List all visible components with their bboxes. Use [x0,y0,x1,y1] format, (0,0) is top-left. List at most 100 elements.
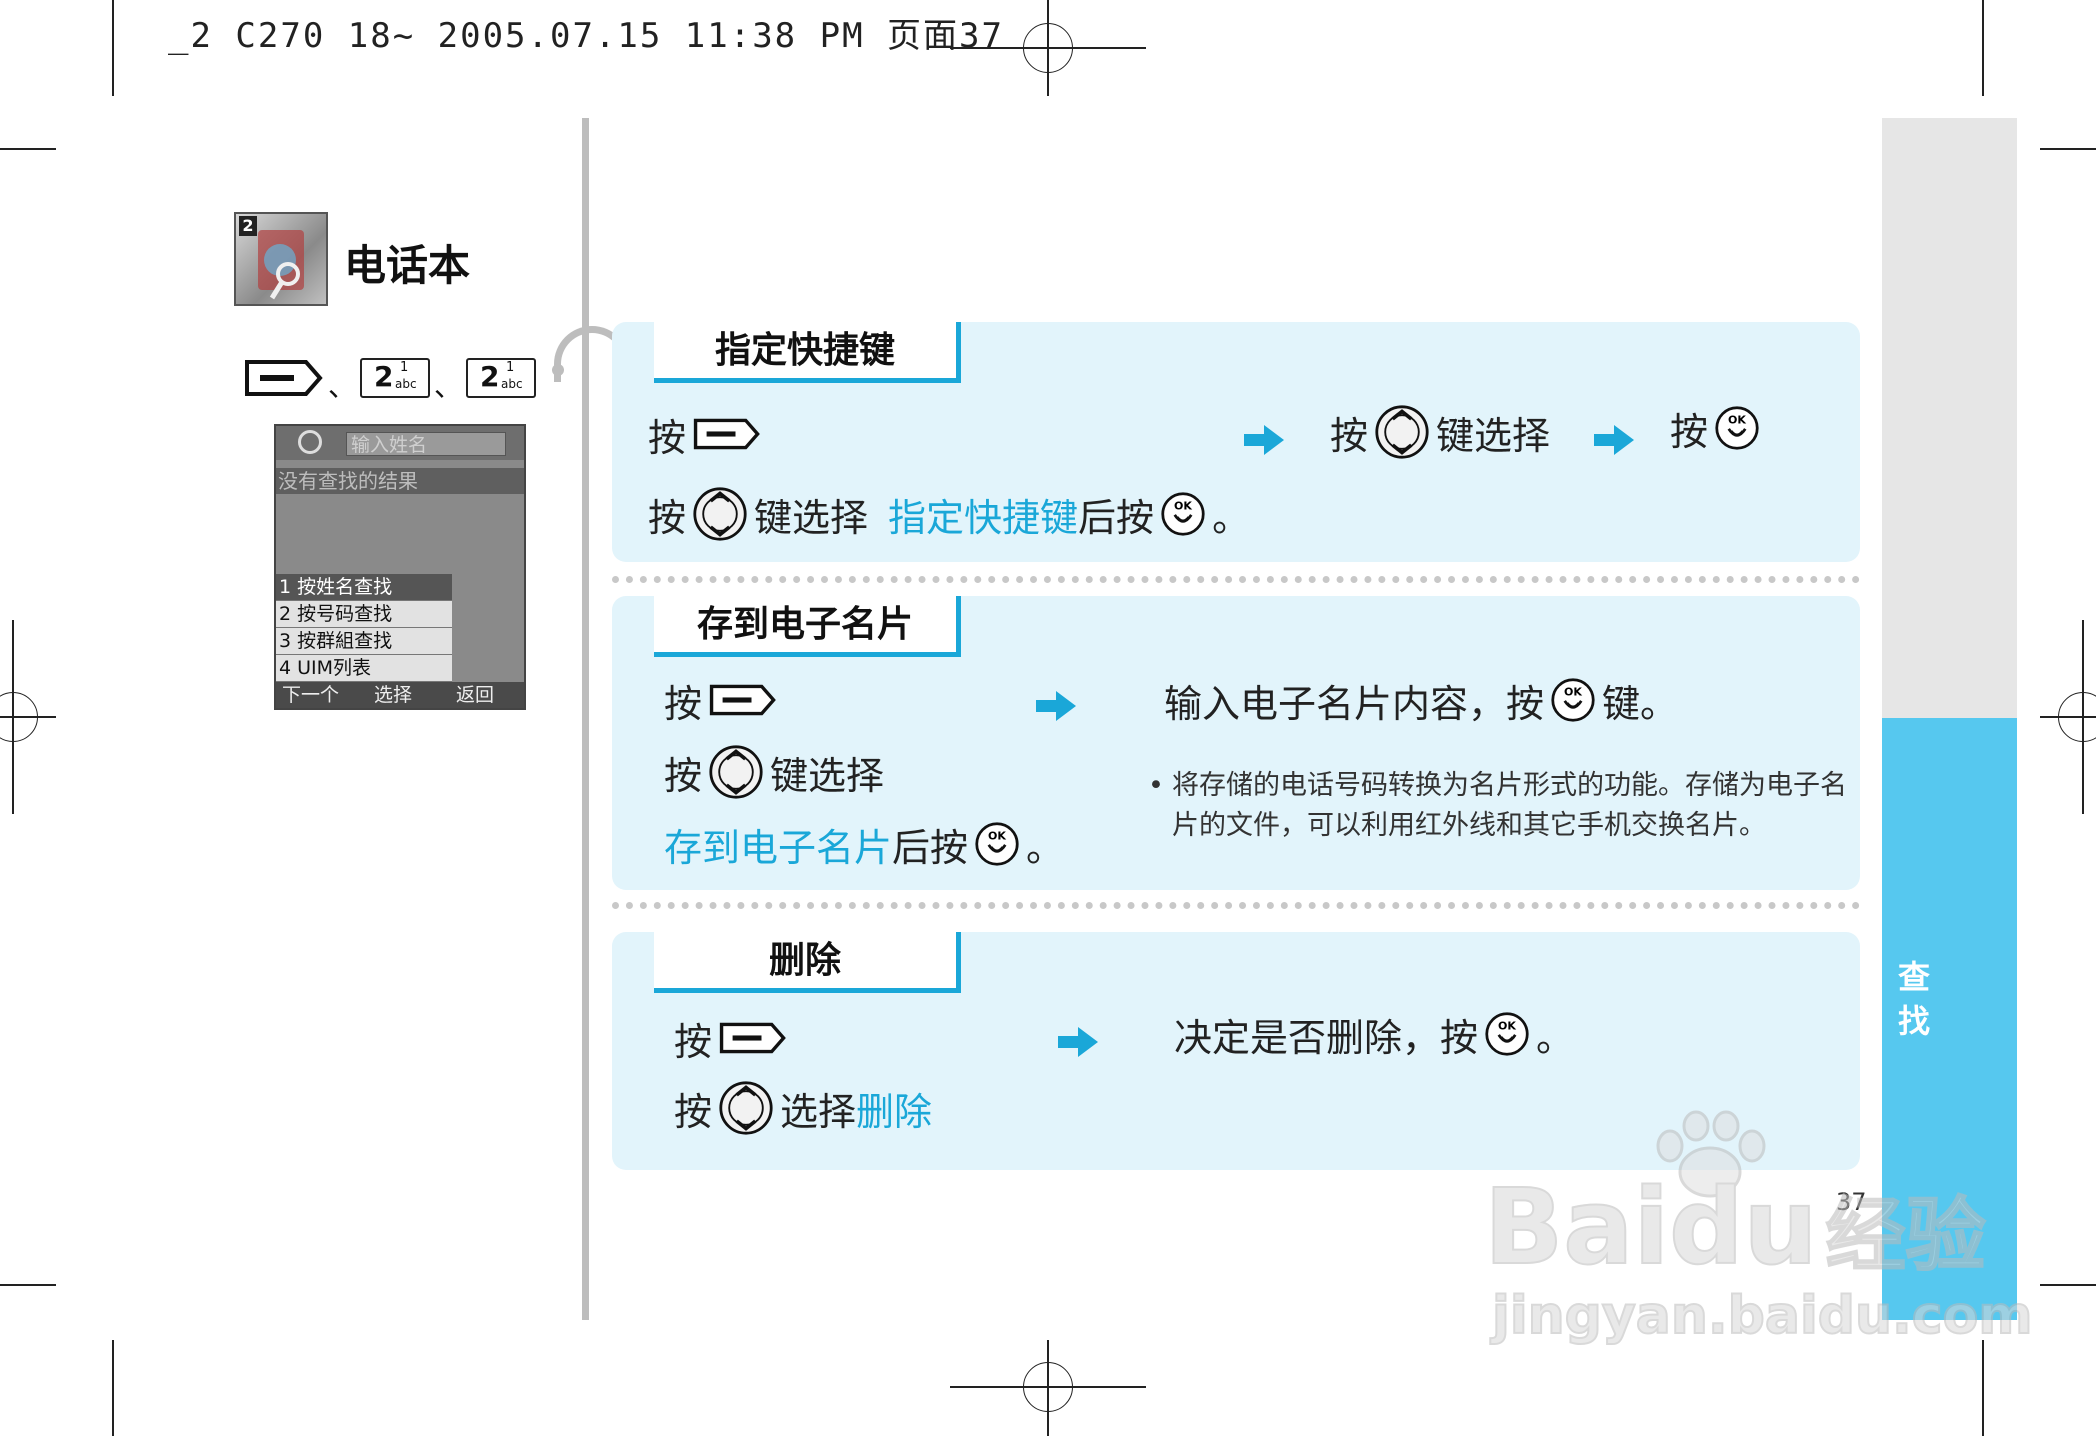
step-text: 。 [1536,1015,1575,1060]
chapter-title: 电话本 [344,241,471,290]
menu-highlight: 存到电子名片 [664,825,893,870]
ok-key-icon [1161,492,1205,536]
left-softkey-icon [693,418,760,450]
key-2-icon: 2 1 abc [360,358,431,398]
column-divider [582,118,589,1320]
dotted-divider [612,576,1860,583]
step-row [1034,680,1078,732]
step-row: 输入电子名片内容，按 键。 [1164,674,1678,726]
right-arrow-icon [1058,1027,1098,1057]
right-arrow-icon [1036,691,1076,721]
phone-menu: 1 按姓名查找 2 按号码查找 3 按群組查找 4 UIM列表 [276,574,452,682]
phone-softkey-bar: 下一个 选择 返回 [276,682,524,708]
step-text: 按 [1670,409,1709,454]
sidebar-gray [1882,118,2017,718]
registration-mark [0,692,38,742]
step-text: 。 [1212,495,1251,540]
separator: 、 [328,370,357,403]
print-header: _2 C270 18~ 2005.07.15 11:38 PM 页面37 [168,16,1004,56]
step-text: 输入电子名片内容，按 [1164,681,1545,726]
ok-key-icon [975,822,1019,866]
step-row: 按 [664,674,784,726]
step-text: 键。 [1602,681,1679,726]
left-softkey-icon [245,360,323,396]
crop-mark [0,1284,56,1286]
watermark-url: jingyan.baidu.com [1491,1285,2034,1347]
step-row: 按 选择 删除 [674,1080,933,1136]
right-arrow-icon [1594,425,1634,455]
phone-menu-item: 3 按群組查找 [276,628,452,655]
step-row: 按 键选择 [664,744,885,800]
phone-no-result: 没有查找的结果 [276,468,524,494]
crop-mark [0,148,56,150]
section-title: 删除 [654,932,961,993]
registration-mark [2058,692,2096,742]
left-softkey-icon [709,684,776,716]
step-row: 决定是否删除，按 。 [1174,1008,1574,1060]
phone-menu-item: 1 按姓名查找 [276,574,452,601]
section-assign-shortcut: 指定快捷键 按 按 键选择 按 按 键选择 指定快捷键 后按 。 [612,322,1860,562]
registration-mark [1023,1362,1073,1412]
right-arrow-icon [1244,425,1284,455]
registration-mark [1023,23,1073,73]
step-text: 按 [1330,413,1369,458]
nav-updown-icon [1374,404,1430,460]
menu-highlight: 删除 [856,1089,933,1134]
step-text: 按 [674,1089,713,1134]
menu-highlight: 指定快捷键 [888,495,1079,540]
step-text: 后按 [1078,495,1155,540]
nav-updown-icon [708,744,764,800]
ok-key-icon [1715,406,1759,450]
step-text: 按 [664,681,703,726]
section-title: 指定快捷键 [654,322,961,383]
watermark-brand2: du [1668,1166,1818,1288]
step-text: 按 [664,753,703,798]
phone-soft-center: 选择 [374,684,413,706]
phone-soft-right: 返回 [456,684,495,706]
note-line: 将存储的电话号码转换为名片形式的功能。存储为电子名 [1172,770,1847,801]
crop-mark [1982,0,1984,96]
crop-mark [112,0,114,96]
step-row [1056,1016,1100,1068]
step-text: 键选择 [770,753,885,798]
step-text: 。 [1026,825,1065,870]
step-row: 按 键选择 [1330,404,1551,460]
phone-soft-left: 下一个 [282,684,340,706]
step-text: 后按 [892,825,969,870]
step-text: 选择 [780,1089,857,1134]
side-tab-search: 查 找 [1897,958,1930,1040]
hook-dot [552,364,564,376]
watermark-suffix: 经验 [1825,1188,1987,1283]
watermark-brand: Bai [1483,1166,1670,1288]
key-sequence: 、 2 1 abc 、 2 1 abc [244,356,537,403]
section-title: 存到电子名片 [654,596,961,657]
crop-mark [112,1340,114,1436]
step-row: 按 键选择 指定快捷键 后按 。 [648,486,1251,542]
separator: 、 [434,370,463,403]
dotted-divider [612,902,1860,909]
note-bullet: • [1148,770,1164,801]
left-softkey-icon [719,1022,786,1054]
note-line: 片的文件，可以利用红外线和其它手机交换名片。 [1172,810,1766,841]
step-text: 按 [648,415,687,460]
phonebook-icon: 2 [234,212,328,306]
crop-mark [2040,148,2096,150]
step-text: 决定是否删除，按 [1174,1015,1479,1060]
search-icon [298,430,322,454]
baidu-watermark: Baidu 经验 jingyan.baidu.com [1480,1110,2034,1350]
ok-key-icon [1551,678,1595,722]
phone-menu-item: 2 按号码查找 [276,601,452,628]
phone-screen: 输入姓名 没有查找的结果 1 按姓名查找 2 按号码查找 3 按群組查找 4 U… [274,424,526,710]
step-text: 键选择 [754,495,869,540]
phone-search-input: 输入姓名 [346,432,506,456]
step-row [1242,414,1286,466]
crop-mark [2040,1284,2096,1286]
step-row [1592,414,1636,466]
key-2-icon: 2 1 abc [466,358,537,398]
step-row: 按 [648,408,768,460]
step-row: 按 [674,1012,794,1064]
crop-mark [1982,1340,1984,1436]
phone-menu-item: 4 UIM列表 [276,655,452,682]
step-text: 按 [648,495,687,540]
step-text: 键选择 [1436,413,1551,458]
